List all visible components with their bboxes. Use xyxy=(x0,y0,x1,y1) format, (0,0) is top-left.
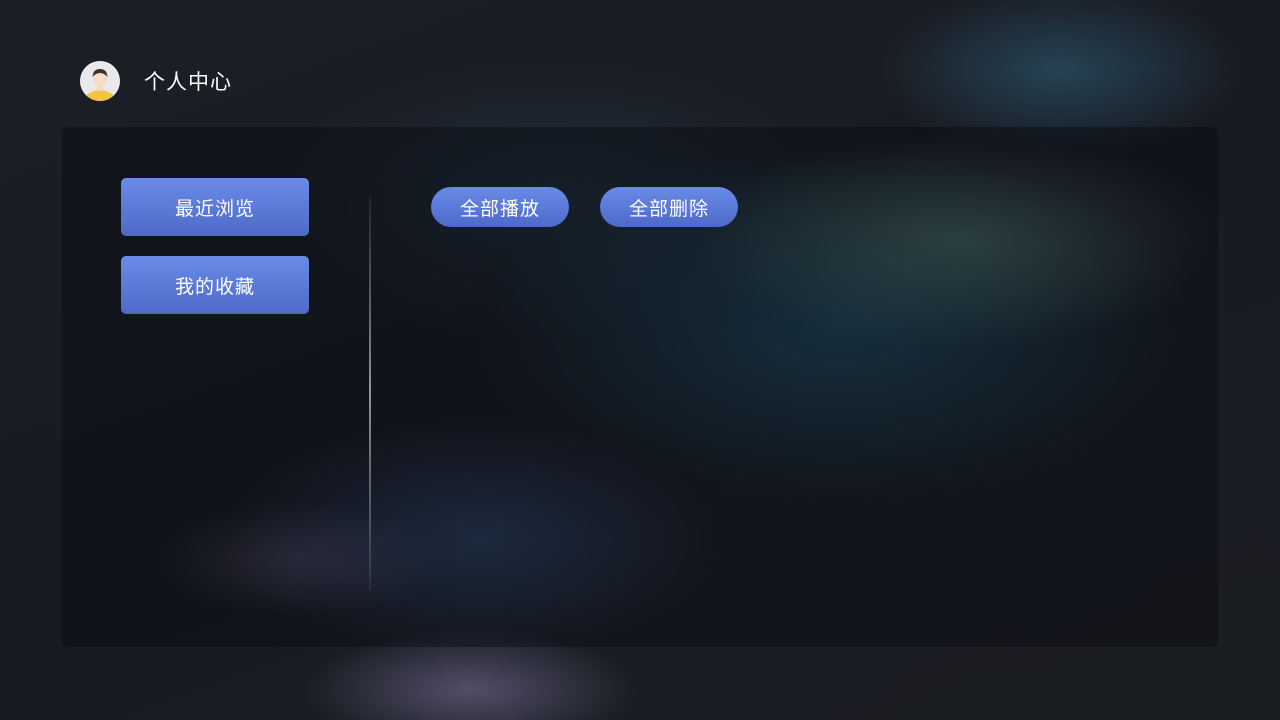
content-panel: 最近浏览 我的收藏 全部播放 全部删除 xyxy=(62,127,1218,647)
vertical-divider xyxy=(369,195,371,591)
page-title: 个人中心 xyxy=(144,70,232,94)
sidebar-item-recent[interactable]: 最近浏览 xyxy=(121,178,309,236)
play-all-button[interactable]: 全部播放 xyxy=(431,187,569,227)
avatar[interactable] xyxy=(80,61,120,101)
user-avatar-icon xyxy=(80,61,120,101)
sidebar-item-favorites[interactable]: 我的收藏 xyxy=(121,256,309,314)
delete-all-button[interactable]: 全部删除 xyxy=(600,187,738,227)
header: 个人中心 xyxy=(80,61,232,101)
